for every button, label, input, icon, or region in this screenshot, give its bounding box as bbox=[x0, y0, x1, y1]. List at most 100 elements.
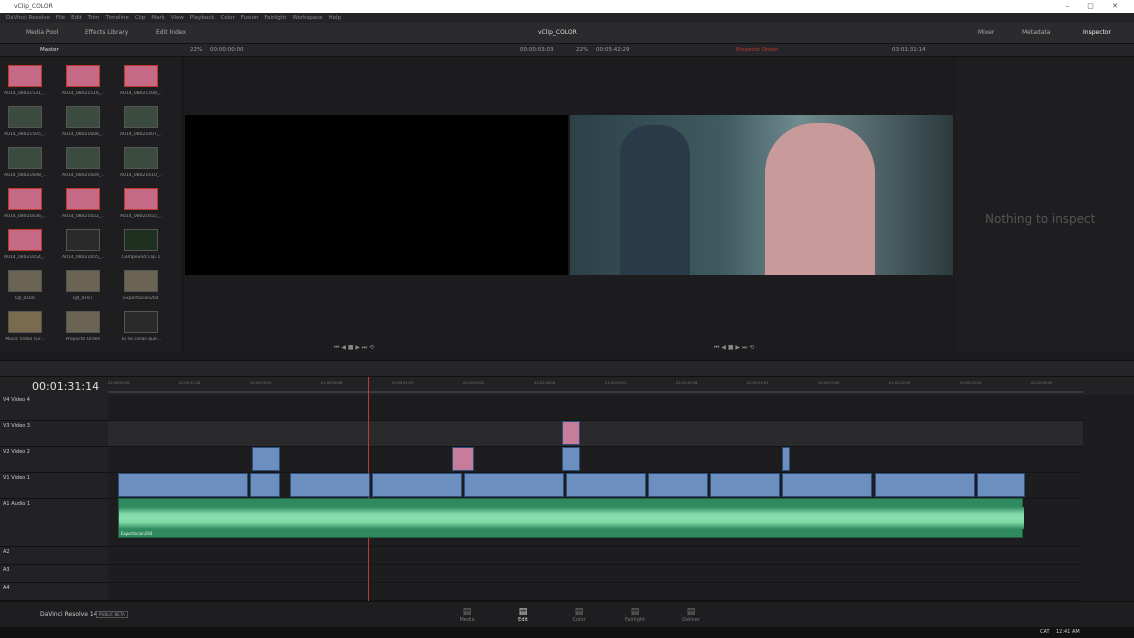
source-zoom[interactable]: 22% bbox=[190, 47, 202, 53]
media-clip[interactable]: A014_08021606_... bbox=[62, 106, 104, 142]
track-label: A1 Audio 1 bbox=[3, 501, 31, 507]
timeline-video-clip[interactable] bbox=[562, 447, 580, 471]
media-clip[interactable]: Compound Clip 1 bbox=[120, 229, 162, 265]
ruler-tick: 01:02:07:20 bbox=[818, 381, 840, 385]
window-controls[interactable]: – ▢ ✕ bbox=[1066, 2, 1126, 10]
track-lane[interactable] bbox=[108, 565, 1083, 583]
timeline-video-clip[interactable] bbox=[250, 473, 280, 497]
ruler-tick: 01:00:00:00 bbox=[108, 381, 130, 385]
menu-item-8[interactable]: Playback bbox=[190, 15, 215, 21]
source-viewer[interactable] bbox=[184, 57, 568, 352]
track-header-a2[interactable]: A2 bbox=[0, 547, 108, 565]
timeline-video-clip[interactable] bbox=[252, 447, 280, 471]
menu-item-11[interactable]: Fairlight bbox=[264, 15, 286, 21]
timeline-video-clip[interactable] bbox=[372, 473, 462, 497]
timeline-ruler[interactable]: 01:00:00:00 01:00:12:18 01:00:25:13 01:00:3… bbox=[108, 377, 1083, 395]
menu-item-10[interactable]: Fusion bbox=[241, 15, 259, 21]
media-clip[interactable]: A014_08021655_... bbox=[120, 188, 162, 224]
media-clip[interactable]: A014_08021607_... bbox=[120, 106, 162, 142]
clip-thumbnail bbox=[8, 147, 42, 169]
timeline-video-clip[interactable] bbox=[290, 473, 370, 497]
media-clip[interactable]: A014_08021508_... bbox=[120, 65, 162, 101]
page-tab-media[interactable]: ▤ Media bbox=[452, 607, 482, 623]
timeline-selector[interactable]: Proyecto Orden bbox=[736, 47, 779, 53]
media-clip[interactable]: DJI_0167 bbox=[62, 270, 104, 306]
menu-item-6[interactable]: Mark bbox=[151, 15, 165, 21]
clip-thumbnail bbox=[66, 188, 100, 210]
media-clip[interactable]: A014_08021652_... bbox=[62, 188, 104, 224]
menu-item-4[interactable]: Timeline bbox=[106, 15, 129, 21]
clip-name: A014_08021516_... bbox=[62, 91, 104, 96]
page-tab-label: Deliver bbox=[682, 617, 700, 623]
timeline-video-clip[interactable] bbox=[118, 473, 248, 497]
media-pool-button[interactable]: Media Pool bbox=[26, 29, 58, 36]
menu-item-0[interactable]: DaVinci Resolve bbox=[6, 15, 50, 21]
media-clip[interactable]: Music Video (Gr... bbox=[4, 311, 46, 347]
menu-bar: DaVinci Resolve File Edit Trim Timeline Clip M… bbox=[0, 13, 1134, 23]
metadata-button[interactable]: Metadata bbox=[1022, 29, 1050, 36]
track-label: V2 Video 2 bbox=[3, 449, 30, 455]
track-lane[interactable] bbox=[108, 547, 1083, 565]
program-viewer[interactable] bbox=[569, 57, 954, 352]
track-header-v1[interactable]: V1 Video 1 bbox=[0, 473, 108, 499]
media-clip[interactable]: A014_08021655_... bbox=[62, 229, 104, 265]
program-zoom[interactable]: 22% bbox=[576, 47, 588, 53]
clip-thumbnail bbox=[8, 229, 42, 251]
menu-item-7[interactable]: View bbox=[171, 15, 184, 21]
media-clip[interactable]: A014_08021531_... bbox=[4, 65, 46, 101]
page-tab-fairlight[interactable]: ▤ Fairlight bbox=[620, 607, 650, 623]
track-header-v3[interactable]: V3 Video 3 bbox=[0, 421, 108, 447]
mixer-button[interactable]: Mixer bbox=[978, 29, 994, 36]
media-clip[interactable]: A014_08021516_... bbox=[62, 65, 104, 101]
timeline-video-clip[interactable] bbox=[464, 473, 564, 497]
media-clip[interactable]: Proyecto Orden bbox=[62, 311, 104, 347]
media-clip[interactable]: A014_08021654_... bbox=[4, 229, 46, 265]
ruler-tick: 01:01:16:16 bbox=[534, 381, 556, 385]
timeline-video-clip[interactable] bbox=[562, 421, 580, 445]
timeline-video-clip[interactable] bbox=[782, 447, 790, 471]
src-transport-buttons[interactable]: ⏮ ◀ ■ ▶ ⏭ ⟲ bbox=[334, 344, 374, 352]
menu-item-3[interactable]: Trim bbox=[88, 15, 100, 21]
media-clip[interactable]: A014_08021610_... bbox=[120, 147, 162, 183]
menu-item-2[interactable]: Edit bbox=[71, 15, 82, 21]
timeline-video-clip[interactable] bbox=[977, 473, 1025, 497]
pgm-transport-buttons[interactable]: ⏮ ◀ ■ ▶ ⏭ ⟲ bbox=[714, 344, 754, 352]
timeline-video-clip[interactable] bbox=[710, 473, 780, 497]
track-header-a4[interactable]: A4 bbox=[0, 583, 108, 601]
page-tab-deliver[interactable]: ▤ Deliver bbox=[676, 607, 706, 623]
track-lane[interactable] bbox=[108, 395, 1083, 421]
page-tab-color[interactable]: ▤ Color bbox=[564, 607, 594, 623]
media-clip[interactable]: A014_08021609_... bbox=[62, 147, 104, 183]
timeline-video-clip[interactable] bbox=[648, 473, 708, 497]
track-header-a3[interactable]: A3 bbox=[0, 565, 108, 583]
menu-item-5[interactable]: Clip bbox=[135, 15, 145, 21]
timeline-video-clip[interactable] bbox=[875, 473, 975, 497]
timeline-video-clip[interactable] bbox=[566, 473, 646, 497]
media-clip[interactable]: Exportacion264 bbox=[120, 270, 162, 306]
media-clip[interactable]: Tú no ceras que... bbox=[120, 311, 162, 347]
figure-masked bbox=[620, 125, 690, 275]
menu-item-12[interactable]: Workspace bbox=[292, 15, 322, 21]
menu-item-1[interactable]: File bbox=[56, 15, 65, 21]
timeline-video-clip[interactable] bbox=[452, 447, 474, 471]
inspector-button[interactable]: Inspector bbox=[1083, 29, 1111, 36]
bin-name[interactable]: Master bbox=[40, 47, 59, 53]
media-clip[interactable]: A014_08021505_... bbox=[4, 106, 46, 142]
timeline-audio-clip[interactable]: Exportacion264 bbox=[118, 498, 1024, 538]
media-clip[interactable]: A014_08021608_... bbox=[4, 147, 46, 183]
edit-index-button[interactable]: Edit Index bbox=[156, 29, 186, 36]
track-header-a1[interactable]: A1 Audio 1 bbox=[0, 499, 108, 547]
media-clip[interactable]: A014_08021636_... bbox=[4, 188, 46, 224]
track-header-v2[interactable]: V2 Video 2 bbox=[0, 447, 108, 473]
track-header-v4[interactable]: V4 Video 4 bbox=[0, 395, 108, 421]
ruler-tick: 01:00:25:13 bbox=[250, 381, 272, 385]
timeline-video-clip[interactable] bbox=[782, 473, 872, 497]
effects-library-button[interactable]: Effects Library bbox=[85, 29, 128, 36]
track-lane[interactable] bbox=[108, 421, 1083, 447]
clip-name: A014_08021608_... bbox=[4, 173, 46, 178]
menu-item-13[interactable]: Help bbox=[329, 15, 342, 21]
page-tab-edit[interactable]: ▤ Edit bbox=[508, 607, 538, 623]
menu-item-9[interactable]: Color bbox=[220, 15, 234, 21]
media-clip[interactable]: DJI_0166 bbox=[4, 270, 46, 306]
track-lane[interactable] bbox=[108, 583, 1083, 601]
